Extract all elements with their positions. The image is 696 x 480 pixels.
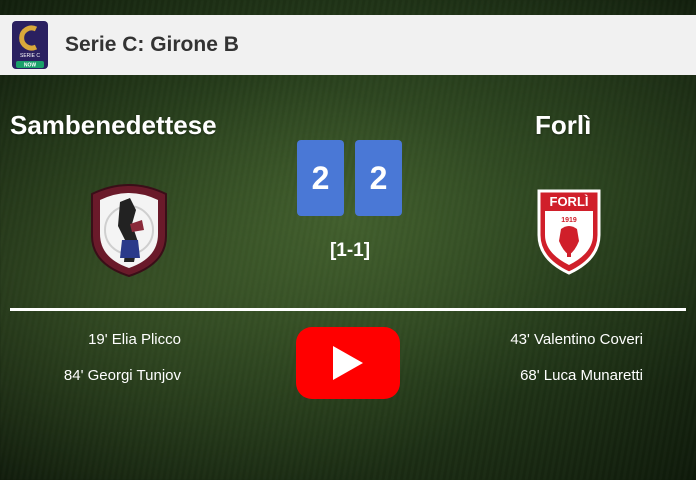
divider bbox=[10, 308, 686, 311]
away-crest-year: 1919 bbox=[561, 217, 577, 224]
home-goal: 84' Georgi Tunjov bbox=[63, 367, 181, 384]
video-play-button[interactable] bbox=[296, 327, 400, 399]
home-team-crest bbox=[91, 184, 167, 278]
away-goal: 43' Valentino Coveri bbox=[510, 331, 643, 348]
serie-c-logo: SERIE C NOW bbox=[12, 21, 48, 69]
away-score: 2 bbox=[355, 140, 402, 216]
home-goal: 19' Elia Plicco bbox=[88, 331, 181, 348]
home-score: 2 bbox=[297, 140, 344, 216]
league-header: SERIE C NOW Serie C: Girone B bbox=[0, 15, 696, 75]
away-team-crest: FORLÌ 1919 bbox=[537, 189, 601, 275]
home-team-name: Sambenedettese bbox=[10, 110, 217, 140]
away-crest-text: FORLÌ bbox=[550, 194, 589, 209]
away-team-name: Forlì bbox=[535, 110, 592, 140]
league-logo-badge: NOW bbox=[24, 63, 37, 69]
league-title: Serie C: Girone B bbox=[65, 33, 239, 56]
play-icon bbox=[333, 346, 363, 380]
halftime-score: [1-1] bbox=[329, 240, 371, 261]
away-goal: 68' Luca Munaretti bbox=[520, 367, 643, 384]
league-logo-text: SERIE C bbox=[20, 53, 40, 59]
